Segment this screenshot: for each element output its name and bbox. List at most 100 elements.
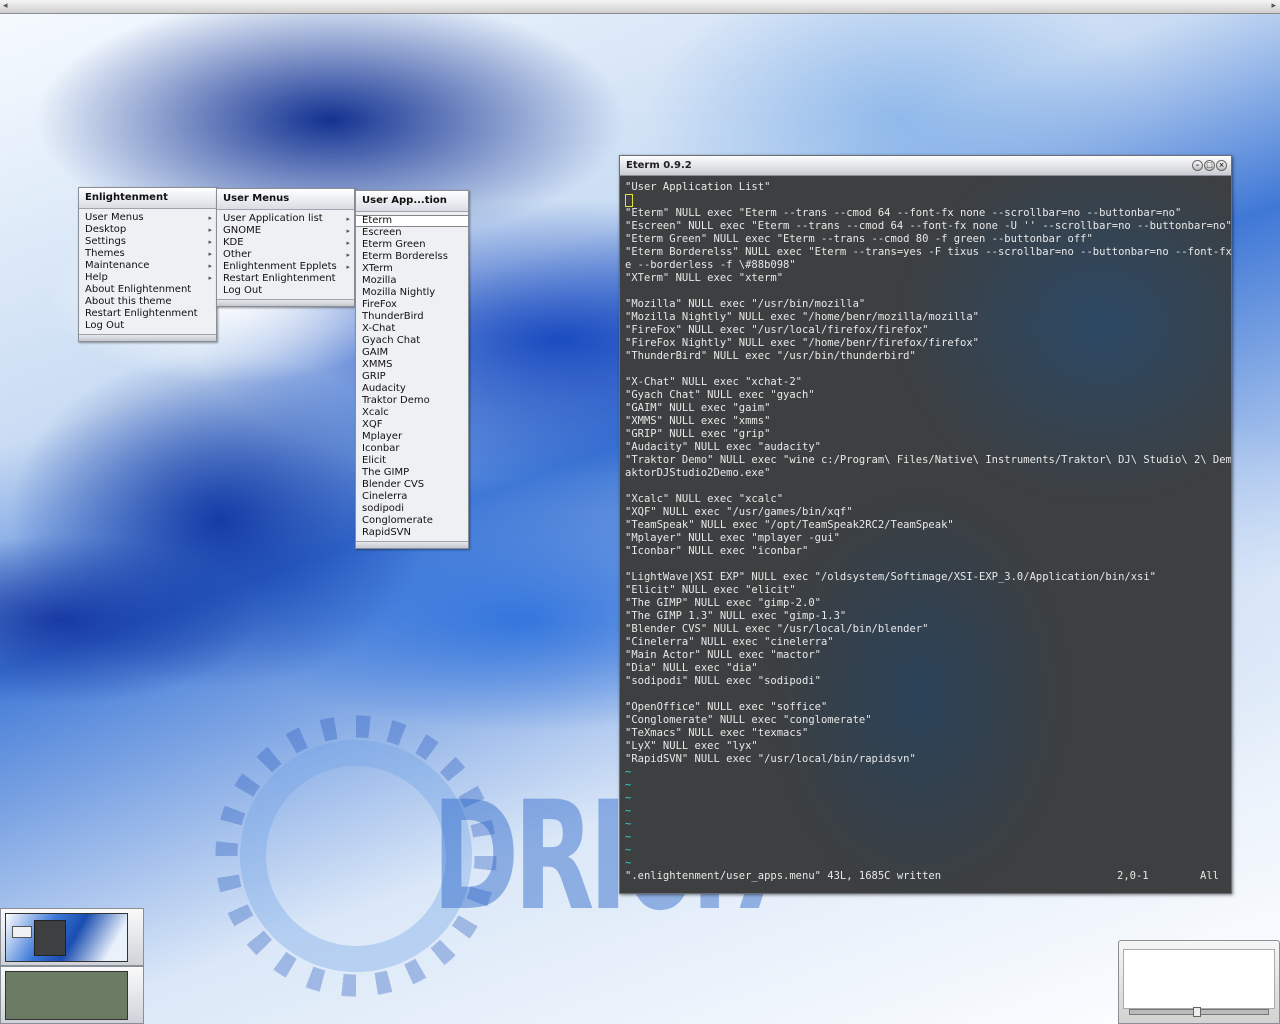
menu-item[interactable]: Elicit [356, 455, 468, 467]
menu-item[interactable]: Restart Enlightenment [217, 273, 354, 285]
submenu-arrow-icon: ▸ [346, 227, 350, 235]
menu-item[interactable]: Escreen [356, 227, 468, 239]
menu-item-label: Blender CVS [362, 479, 425, 490]
menu-item-label: The GIMP [362, 467, 410, 478]
terminal-line: "Escreen" NULL exec "Eterm --trans --cmo… [625, 220, 1231, 232]
menu-item[interactable]: Eterm [356, 215, 468, 227]
pager-desktop-2-preview[interactable] [5, 971, 128, 1020]
menu-footer [356, 541, 468, 548]
close-icon[interactable]: × [1216, 160, 1227, 171]
menu-item[interactable]: Traktor Demo [356, 395, 468, 407]
terminal-line: "TeamSpeak" NULL exec "/opt/TeamSpeak2RC… [625, 519, 954, 531]
menu-item[interactable]: Xcalc [356, 407, 468, 419]
terminal-line: "Blender CVS" NULL exec "/usr/local/bin/… [625, 623, 929, 635]
menu-item-label: XMMS [362, 359, 393, 370]
submenu-arrow-icon: ▸ [346, 215, 350, 223]
eterm-window[interactable]: Eterm 0.9.2 – □ × "User Application List… [619, 155, 1232, 894]
vim-cursor-position: 2,0-1 [1117, 870, 1149, 882]
menu-item[interactable]: Eterm Green [356, 239, 468, 251]
terminal-line: "LightWave|XSI EXP" NULL exec "/oldsyste… [625, 571, 1157, 583]
iconbar-epplet[interactable] [1118, 940, 1280, 1024]
menu-item[interactable]: Restart Enlightenment [79, 308, 216, 320]
iconbar-scroll-knob[interactable] [1193, 1007, 1201, 1017]
terminal-line: "XMMS" NULL exec "xmms" [625, 415, 771, 427]
menu-item[interactable]: Cinelerra [356, 491, 468, 503]
menu-item[interactable]: XTerm [356, 263, 468, 275]
menu-item[interactable]: Mplayer [356, 431, 468, 443]
menu-item-label: ThunderBird [362, 311, 424, 322]
terminal-area[interactable]: "User Application List" "Eterm" NULL exec… [620, 176, 1231, 893]
left-arrow-icon[interactable]: ◂ [3, 1, 8, 11]
menu-item[interactable]: Mozilla [356, 275, 468, 287]
pager-menu-thumbnail [12, 926, 32, 938]
menu-item-label: Eterm Borderelss [362, 251, 448, 262]
menu-item[interactable]: Iconbar [356, 443, 468, 455]
menu-item[interactable]: Eterm Borderelss [356, 251, 468, 263]
menu-item[interactable]: Themes ▸ [79, 248, 216, 260]
maximize-icon[interactable]: □ [1204, 160, 1215, 171]
menu-item[interactable]: About Enlightenment [79, 284, 216, 296]
menu-item-label: User Application list [223, 213, 323, 224]
menu-item[interactable]: About this theme [79, 296, 216, 308]
menu-item[interactable]: FireFox [356, 299, 468, 311]
menu-item[interactable]: Mozilla Nightly [356, 287, 468, 299]
menu-item[interactable]: Log Out [217, 285, 354, 297]
menu-item[interactable]: X-Chat [356, 323, 468, 335]
menu-item[interactable]: XQF [356, 419, 468, 431]
menu-item[interactable]: XMMS [356, 359, 468, 371]
terminal-line: "XTerm" NULL exec "xterm" [625, 272, 784, 284]
pager-desktop-1-preview[interactable] [5, 913, 128, 962]
menu-item[interactable]: GRIP [356, 371, 468, 383]
menu-item[interactable]: Settings ▸ [79, 236, 216, 248]
menu-item[interactable]: Log Out [79, 320, 216, 332]
submenu-arrow-icon: ▸ [208, 250, 212, 258]
menu-item[interactable]: Desktop ▸ [79, 224, 216, 236]
vim-empty-line-marker: ~ [625, 792, 632, 804]
menu-item[interactable]: Maintenance ▸ [79, 260, 216, 272]
terminal-line: "Xcalc" NULL exec "xcalc" [625, 493, 784, 505]
menu-item[interactable]: Audacity [356, 383, 468, 395]
menu-item[interactable]: RapidSVN [356, 527, 468, 539]
menu-item[interactable]: KDE ▸ [217, 237, 354, 249]
pager-desktop-2[interactable] [0, 966, 144, 1024]
eterm-title: Eterm 0.9.2 [626, 160, 692, 171]
pager-window-thumbnail[interactable] [34, 920, 66, 956]
menu-item-label: Conglomerate [362, 515, 433, 526]
menu-item[interactable]: sodipodi [356, 503, 468, 515]
pager-desktop-1[interactable] [0, 908, 144, 966]
menu-item[interactable]: The GIMP [356, 467, 468, 479]
menu-item-label: XQF [362, 419, 383, 430]
eterm-titlebar[interactable]: Eterm 0.9.2 – □ × [620, 156, 1231, 176]
terminal-line: "Eterm Green" NULL exec "Eterm --trans -… [625, 233, 1093, 245]
iconbar-area[interactable] [1123, 949, 1275, 1009]
menu-item[interactable]: Conglomerate [356, 515, 468, 527]
menu-item-label: Restart Enlightenment [85, 308, 198, 319]
right-arrow-icon[interactable]: ▸ [1271, 1, 1276, 11]
menu-item[interactable]: Gyach Chat [356, 335, 468, 347]
menu-item-label: Maintenance [85, 260, 150, 271]
menu-item-label: Log Out [223, 285, 263, 296]
menu-item[interactable]: Blender CVS [356, 479, 468, 491]
menu-item[interactable]: GNOME ▸ [217, 225, 354, 237]
submenu-arrow-icon: ▸ [346, 251, 350, 259]
minimize-icon[interactable]: – [1192, 160, 1203, 171]
terminal-line: "Mplayer" NULL exec "mplayer -gui" [625, 532, 840, 544]
menu-item[interactable]: User Application list ▸ [217, 213, 354, 225]
terminal-line: "Conglomerate" NULL exec "conglomerate" [625, 714, 872, 726]
user-app-list-items: Eterm Escreen Eterm Green Eterm Borderelss X… [356, 212, 468, 541]
top-edge-bar[interactable]: ◂ ▸ [0, 0, 1280, 14]
menu-item[interactable]: Enlightenment Epplets ▸ [217, 261, 354, 273]
terminal-line: "Gyach Chat" NULL exec "gyach" [625, 389, 815, 401]
menu-item[interactable]: Help ▸ [79, 272, 216, 284]
submenu-arrow-icon: ▸ [208, 262, 212, 270]
vim-empty-line-marker: ~ [625, 779, 632, 791]
menu-item-label: Eterm Green [362, 239, 426, 250]
menu-item[interactable]: Other ▸ [217, 249, 354, 261]
menu-item[interactable]: GAIM [356, 347, 468, 359]
menu-item-label: Themes [85, 248, 125, 259]
menu-item[interactable]: User Menus ▸ [79, 212, 216, 224]
menu-item[interactable]: ThunderBird [356, 311, 468, 323]
menu-footer [217, 299, 354, 306]
